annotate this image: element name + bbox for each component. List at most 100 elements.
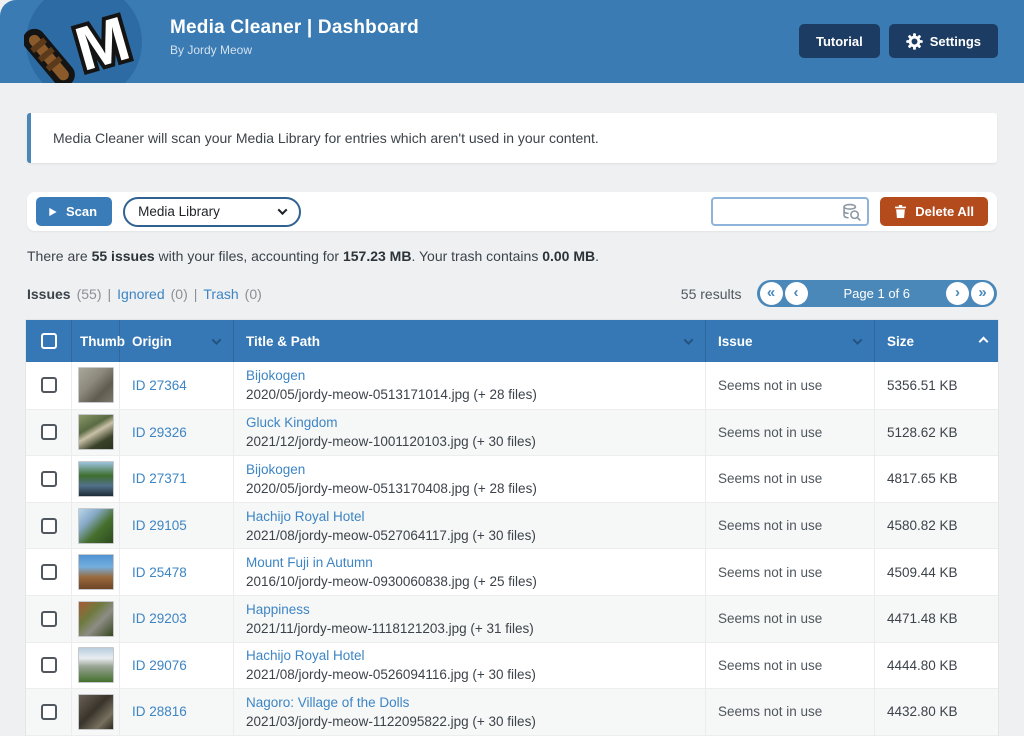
scan-button-label: Scan — [66, 204, 97, 219]
origin-id-link[interactable]: ID 25478 — [132, 565, 187, 580]
double-chevron-right-icon: » — [978, 285, 986, 300]
view-tabs: Issues (55) | Ignored (0) | Trash (0) — [27, 286, 262, 302]
row-checkbox[interactable] — [41, 424, 57, 440]
info-notice-text: Media Cleaner will scan your Media Libra… — [53, 130, 599, 146]
tab-issues[interactable]: Issues — [27, 286, 71, 302]
trash-icon — [894, 204, 907, 219]
tab-separator: | — [108, 286, 112, 302]
issues-table: Thumb Origin Title & Path Issue Size ID … — [25, 319, 999, 736]
thumbnail-image[interactable] — [78, 601, 114, 637]
size-text: 5128.62 KB — [887, 425, 958, 440]
size-text: 4444.80 KB — [887, 658, 958, 673]
scan-button[interactable]: Scan — [36, 197, 112, 226]
issue-text: Seems not in use — [718, 425, 822, 440]
trash-size-bold: 0.00 MB — [542, 248, 595, 264]
thumbnail-image[interactable] — [78, 508, 114, 544]
first-page-button[interactable]: « — [760, 282, 783, 305]
issue-text: Seems not in use — [718, 471, 822, 486]
settings-button-label: Settings — [930, 34, 981, 49]
chevron-right-icon: › — [955, 285, 960, 300]
size-text: 5356.51 KB — [887, 378, 958, 393]
sort-down-icon — [212, 335, 222, 345]
tab-ignored-count: (0) — [171, 286, 188, 302]
row-checkbox[interactable] — [41, 564, 57, 580]
sort-down-icon — [853, 335, 863, 345]
origin-id-link[interactable]: ID 27364 — [132, 378, 187, 393]
table-row: ID 29076 Hachijo Royal Hotel 2021/08/jor… — [26, 642, 998, 689]
row-checkbox[interactable] — [41, 471, 57, 487]
size-text: 4817.65 KB — [887, 471, 958, 486]
play-icon — [47, 206, 58, 218]
issues-count-bold: 55 issues — [92, 248, 155, 264]
title-link[interactable]: Happiness — [246, 600, 310, 619]
select-all-checkbox[interactable] — [41, 333, 57, 349]
issue-text: Seems not in use — [718, 565, 822, 580]
next-page-button[interactable]: › — [946, 282, 969, 305]
origin-id-link[interactable]: ID 27371 — [132, 471, 187, 486]
previous-page-button[interactable]: ‹ — [785, 282, 808, 305]
title-link[interactable]: Mount Fuji in Autumn — [246, 553, 373, 572]
source-select[interactable]: Media Library — [123, 197, 301, 227]
tutorial-button[interactable]: Tutorial — [799, 24, 880, 58]
origin-id-link[interactable]: ID 29203 — [132, 611, 187, 626]
title-link[interactable]: Gluck Kingdom — [246, 413, 338, 432]
scan-summary: There are 55 issues with your files, acc… — [27, 248, 997, 265]
chevron-down-icon — [278, 205, 288, 215]
tab-trash[interactable]: Trash — [203, 286, 238, 302]
page-indicator: Page 1 of 6 — [809, 286, 946, 301]
settings-button[interactable]: Settings — [889, 24, 998, 58]
thumbnail-image[interactable] — [78, 414, 114, 450]
file-path: 2021/11/jordy-meow-1118121203.jpg (+ 31 … — [246, 619, 534, 638]
source-select-value: Media Library — [138, 204, 220, 219]
table-row: ID 25478 Mount Fuji in Autumn 2016/10/jo… — [26, 548, 998, 595]
column-header-issue[interactable]: Issue — [705, 320, 874, 362]
row-checkbox[interactable] — [41, 377, 57, 393]
thumbnail-image[interactable] — [78, 554, 114, 590]
column-header-origin[interactable]: Origin — [119, 320, 233, 362]
search-box — [711, 197, 869, 226]
title-link[interactable]: Bijokogen — [246, 366, 305, 385]
column-header-size[interactable]: Size — [874, 320, 1000, 362]
table-body: ID 27364 Bijokogen 2020/05/jordy-meow-05… — [26, 362, 998, 736]
tutorial-button-label: Tutorial — [816, 34, 863, 49]
origin-id-link[interactable]: ID 29076 — [132, 658, 187, 673]
thumbnail-image[interactable] — [78, 461, 114, 497]
tab-trash-count: (0) — [245, 286, 262, 302]
list-navigation: Issues (55) | Ignored (0) | Trash (0) 55… — [27, 280, 997, 307]
thumbnail-image[interactable] — [78, 694, 114, 730]
table-row: ID 27364 Bijokogen 2020/05/jordy-meow-05… — [26, 362, 998, 409]
issue-text: Seems not in use — [718, 658, 822, 673]
chevron-left-icon: ‹ — [794, 285, 799, 300]
thumbnail-image[interactable] — [78, 367, 114, 403]
row-checkbox[interactable] — [41, 704, 57, 720]
results-summary: 55 results — [681, 286, 742, 302]
title-link[interactable]: Nagoro: Village of the Dolls — [246, 693, 409, 712]
origin-id-link[interactable]: ID 29326 — [132, 425, 187, 440]
table-row: ID 28816 Nagoro: Village of the Dolls 20… — [26, 688, 998, 735]
file-path: 2021/12/jordy-meow-1001120103.jpg (+ 30 … — [246, 432, 536, 451]
sort-down-icon — [684, 335, 694, 345]
table-row: ID 29326 Gluck Kingdom 2021/12/jordy-meo… — [26, 409, 998, 456]
database-search-icon — [841, 202, 862, 223]
size-text: 4580.82 KB — [887, 518, 958, 533]
total-size-bold: 157.23 MB — [343, 248, 411, 264]
row-checkbox[interactable] — [41, 518, 57, 534]
tab-ignored[interactable]: Ignored — [117, 286, 164, 302]
title-link[interactable]: Hachijo Royal Hotel — [246, 646, 365, 665]
info-notice: Media Cleaner will scan your Media Libra… — [27, 113, 997, 163]
issue-text: Seems not in use — [718, 378, 822, 393]
row-checkbox[interactable] — [41, 657, 57, 673]
table-row: ID 27371 Bijokogen 2020/05/jordy-meow-05… — [26, 455, 998, 502]
origin-id-link[interactable]: ID 29105 — [132, 518, 187, 533]
row-checkbox[interactable] — [41, 611, 57, 627]
tab-issues-count: (55) — [77, 286, 102, 302]
origin-id-link[interactable]: ID 28816 — [132, 704, 187, 719]
page-subtitle: By Jordy Meow — [170, 43, 419, 57]
delete-all-button[interactable]: Delete All — [880, 197, 988, 226]
file-path: 2021/08/jordy-meow-0527064117.jpg (+ 30 … — [246, 526, 536, 545]
last-page-button[interactable]: » — [971, 282, 994, 305]
column-header-title-path[interactable]: Title & Path — [233, 320, 705, 362]
title-link[interactable]: Bijokogen — [246, 460, 305, 479]
thumbnail-image[interactable] — [78, 647, 114, 683]
title-link[interactable]: Hachijo Royal Hotel — [246, 507, 365, 526]
